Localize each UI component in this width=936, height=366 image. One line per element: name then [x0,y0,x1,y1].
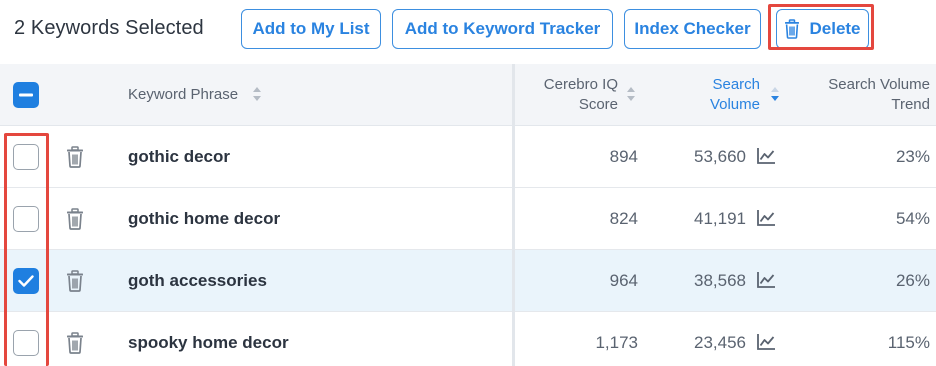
line-chart-icon[interactable] [756,271,776,289]
sort-descending-icon[interactable] [770,86,780,102]
header-cerebro-iq-score[interactable]: Cerebro IQ Score [530,75,618,115]
search-volume: 41,191 [694,209,746,228]
selected-count-label: 2 Keywords Selected [14,17,204,39]
header-search-volume-trend[interactable]: Search Volume Trend [800,75,930,115]
row-checkbox[interactable] [13,206,39,232]
minus-icon [19,93,33,97]
cerebro-iq-score: 964 [609,271,638,290]
sort-arrows-icon[interactable] [252,86,262,102]
search-volume-trend: 26% [895,271,930,290]
add-to-my-list-button[interactable]: Add to My List [241,9,381,49]
cerebro-iq-score: 824 [609,209,638,228]
table-row[interactable]: gothic decor 894 53,660 23% [0,126,936,188]
cerebro-iq-score: 894 [609,147,638,166]
trash-icon [785,19,800,39]
trash-icon[interactable] [66,270,84,292]
header-search-volume[interactable]: Search Volume [672,75,760,115]
table-row[interactable]: spooky home decor 1,173 23,456 115% [0,312,936,366]
table-header: Keyword Phrase Cerebro IQ Score Search V… [0,64,936,126]
search-volume: 38,568 [694,271,746,290]
trash-icon[interactable] [66,208,84,230]
keyword-phrase: spooky home decor [128,333,289,352]
table-row[interactable]: goth accessories 964 38,568 26% [0,250,936,312]
header-sv-trend-line2: Trend [891,96,930,113]
keyword-phrase: gothic home decor [128,209,281,228]
search-volume-trend: 115% [887,333,930,352]
delete-button-label: Delete [809,19,861,38]
header-keyword-phrase[interactable]: Keyword Phrase [128,85,238,105]
header-cerebro-iq-line2: Score [578,96,618,113]
sort-arrows-icon[interactable] [626,86,636,102]
bulk-actions-toolbar: 2 Keywords Selected Add to My List Add t… [0,0,936,64]
keyword-table: Keyword Phrase Cerebro IQ Score Search V… [0,64,936,366]
line-chart-icon[interactable] [756,333,776,351]
row-checkbox[interactable] [13,268,39,294]
search-volume: 23,456 [694,333,746,352]
cerebro-iq-score: 1,173 [595,333,638,352]
table-row[interactable]: gothic home decor 824 41,191 54% [0,188,936,250]
search-volume-trend: 23% [895,147,930,166]
select-all-checkbox[interactable] [13,82,39,108]
row-checkbox[interactable] [13,330,39,356]
row-checkbox[interactable] [13,144,39,170]
column-divider [512,64,515,366]
header-search-volume-line2: Volume [709,96,760,113]
header-keyword-phrase-label: Keyword Phrase [128,86,239,103]
search-volume-trend: 54% [895,209,930,228]
header-sv-trend-line1: Search Volume [828,76,930,93]
trash-icon[interactable] [66,332,84,354]
header-search-volume-line1: Search [712,76,760,93]
index-checker-button[interactable]: Index Checker [624,9,761,49]
trash-icon[interactable] [66,146,84,168]
search-volume: 53,660 [694,147,746,166]
delete-button[interactable]: Delete [776,9,869,49]
add-to-keyword-tracker-button[interactable]: Add to Keyword Tracker [392,9,613,49]
header-cerebro-iq-line1: Cerebro IQ [543,76,618,93]
keyword-phrase: goth accessories [128,271,267,290]
keyword-phrase: gothic decor [128,147,231,166]
line-chart-icon[interactable] [756,147,776,165]
line-chart-icon[interactable] [756,209,776,227]
